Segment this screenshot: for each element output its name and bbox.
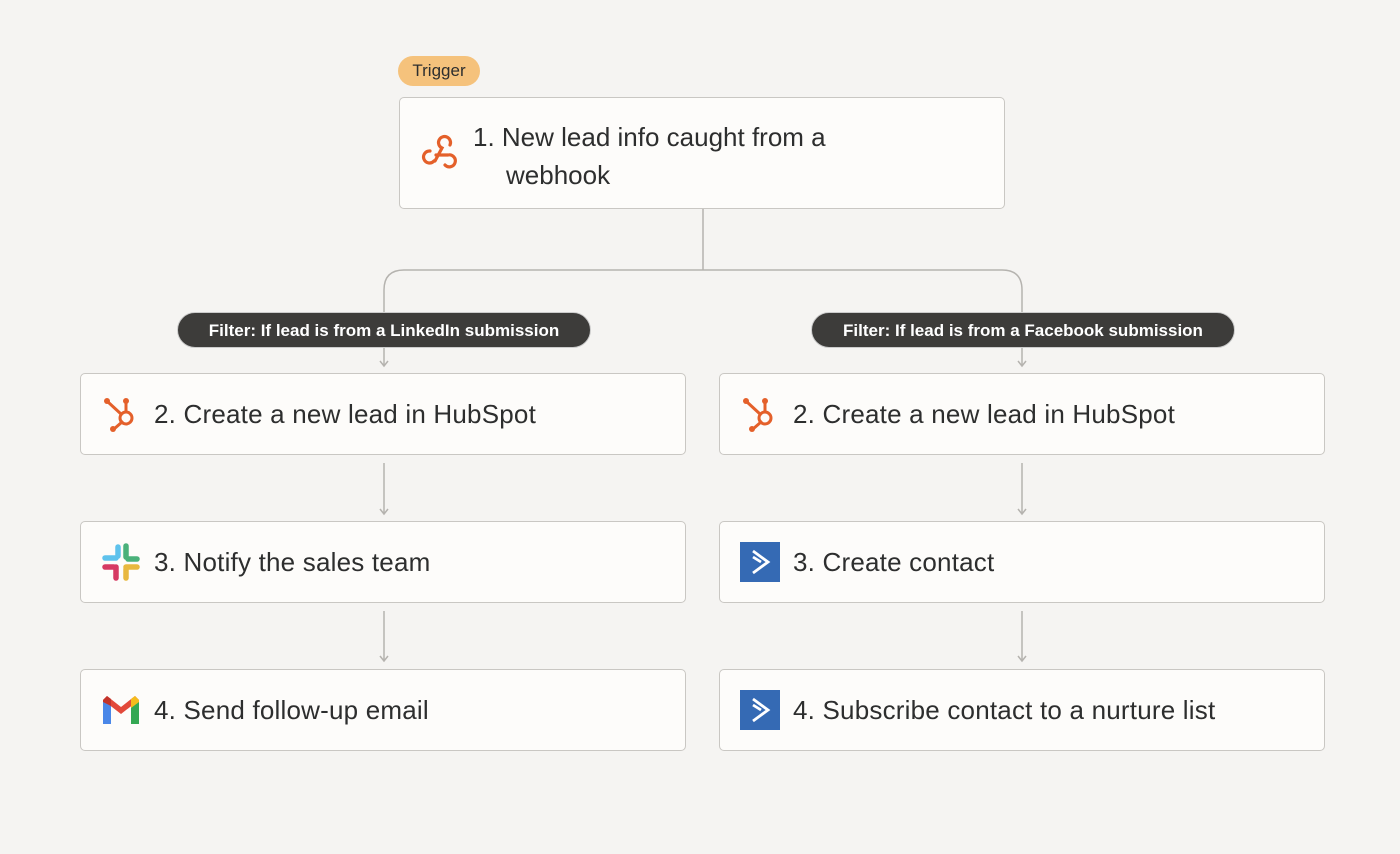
trigger-badge: Trigger <box>398 56 480 86</box>
step-label: 2. Create a new lead in HubSpot <box>793 398 1175 429</box>
step-label: 3. Create contact <box>793 546 995 577</box>
trigger-title-line1: 1. New lead info caught from a <box>473 122 826 152</box>
activecampaign-icon <box>740 690 780 730</box>
activecampaign-icon <box>740 542 780 582</box>
step-label: 3. Notify the sales team <box>154 546 431 577</box>
step-card[interactable]: 3. Create contact <box>719 521 1325 603</box>
step-label: 4. Send follow-up email <box>154 694 429 725</box>
filter-linkedin[interactable]: Filter: If lead is from a LinkedIn submi… <box>177 312 591 348</box>
trigger-step-card[interactable]: 1. New lead info caught from a webhook <box>399 97 1005 209</box>
step-card[interactable]: 2. Create a new lead in HubSpot <box>719 373 1325 455</box>
step-card[interactable]: 3. Notify the sales team <box>80 521 686 603</box>
hubspot-icon <box>104 398 134 432</box>
step-label: 4. Subscribe contact to a nurture list <box>793 694 1216 725</box>
step-card[interactable]: 2. Create a new lead in HubSpot <box>80 373 686 455</box>
gmail-icon <box>103 696 139 724</box>
webhook-icon <box>421 134 457 169</box>
slack-icon <box>102 543 140 581</box>
step-card[interactable]: 4. Subscribe contact to a nurture list <box>719 669 1325 751</box>
hubspot-icon <box>743 398 773 432</box>
trigger-title-line2: webhook <box>506 160 611 190</box>
step-label: 2. Create a new lead in HubSpot <box>154 398 536 429</box>
filter-facebook[interactable]: Filter: If lead is from a Facebook submi… <box>811 312 1235 348</box>
step-card[interactable]: 4. Send follow-up email <box>80 669 686 751</box>
